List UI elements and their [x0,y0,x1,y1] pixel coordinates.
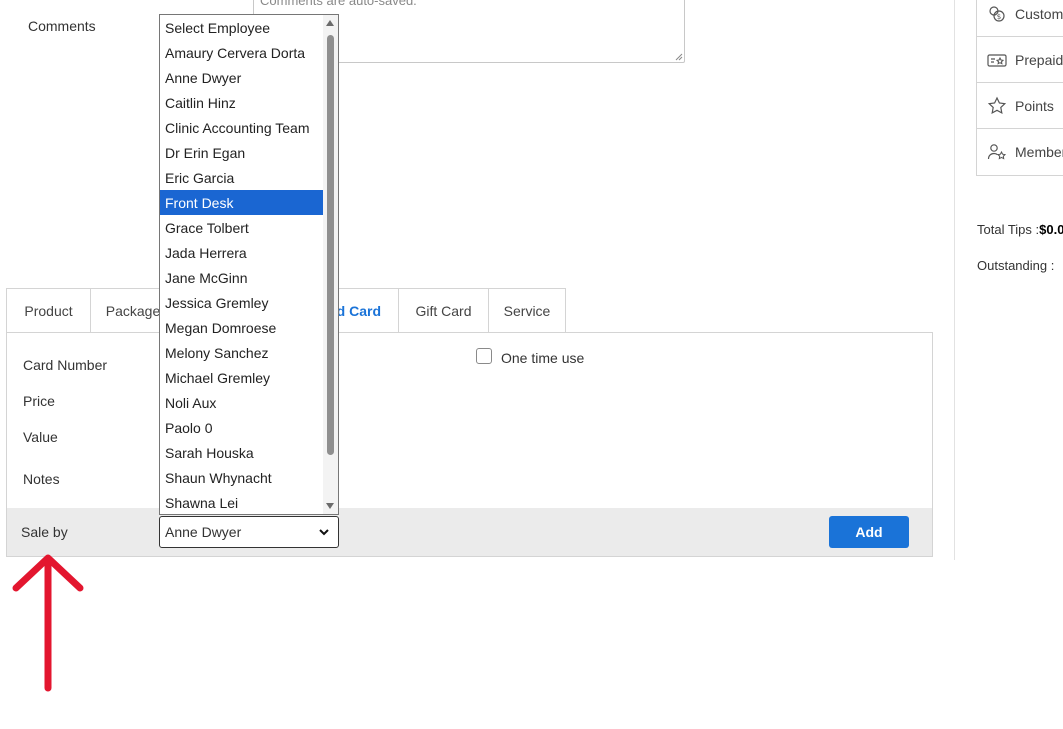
tab-gift-card[interactable]: Gift Card [398,288,488,332]
tab-product[interactable]: Product [6,288,90,332]
comments-placeholder: Comments are auto-saved. [260,0,417,8]
dropdown-option[interactable]: Sarah Houska [160,440,323,465]
scrollbar-thumb[interactable] [327,35,334,455]
total-tips: Total Tips :$0.0 [977,222,1063,237]
annotation-arrow-icon [12,554,84,692]
dropdown-option[interactable]: Paolo 0 [160,415,323,440]
sidebar-menu: $ Custom Prepaid Points Member [976,0,1063,176]
sale-by-value: Anne Dwyer [165,524,242,540]
price-label: Price [23,393,55,409]
svg-text:$: $ [997,13,1001,21]
dropdown-option[interactable]: Amaury Cervera Dorta [160,40,323,65]
chevron-down-icon [319,529,329,536]
sidebar-item-member[interactable]: Member [977,129,1063,175]
total-tips-label: Total Tips : [977,222,1040,237]
sidebar-item-label: Member [1015,144,1063,160]
dropdown-option[interactable]: Grace Tolbert [160,215,323,240]
sidebar-item-prepaid[interactable]: Prepaid [977,37,1063,83]
comments-label: Comments [28,18,96,34]
sidebar-item-label: Prepaid [1015,51,1063,68]
sidebar-item-label: Points [1015,97,1054,114]
employee-dropdown-list[interactable]: Select Employee Amaury Cervera Dorta Ann… [159,14,339,515]
star-icon [987,96,1007,114]
dropdown-option[interactable]: Melony Sanchez [160,340,323,365]
tab-service[interactable]: Service [488,288,566,332]
one-time-use-checkbox[interactable] [476,348,492,364]
dropdown-option[interactable]: Noli Aux [160,390,323,415]
sidebar-divider [954,0,955,560]
add-button[interactable]: Add [829,516,909,548]
member-icon [987,144,1007,160]
dropdown-option[interactable]: Shaun Whynacht [160,465,323,490]
dropdown-option[interactable]: Jessica Gremley [160,290,323,315]
dropdown-option[interactable]: Anne Dwyer [160,65,323,90]
dropdown-scrollbar[interactable] [323,15,338,514]
dropdown-option[interactable]: Caitlin Hinz [160,90,323,115]
scroll-up-arrow-icon[interactable] [326,20,334,26]
card-number-label: Card Number [23,357,108,373]
dropdown-option[interactable]: Michael Gremley [160,365,323,390]
dropdown-option[interactable]: Jada Herrera [160,240,323,265]
sidebar-item-customer-credit[interactable]: $ Custom [977,0,1063,37]
resize-handle-icon[interactable] [675,53,683,61]
outstanding-label: Outstanding : [977,258,1055,273]
customer-credit-icon: $ [989,5,1005,22]
prepaid-card-icon [987,53,1007,67]
dropdown-option[interactable]: Eric Garcia [160,165,323,190]
total-tips-value: $0.0 [1039,222,1063,237]
dropdown-option[interactable]: Megan Domroese [160,315,323,340]
dropdown-option-highlighted[interactable]: Front Desk [160,190,323,215]
dropdown-option[interactable]: Shawna Lei [160,490,323,515]
dropdown-option[interactable]: Jane McGinn [160,265,323,290]
sidebar-item-label: Custom [1015,5,1063,22]
value-label: Value [23,429,58,445]
one-time-use-label: One time use [501,350,585,366]
sale-by-label: Sale by [21,524,68,540]
scroll-down-arrow-icon[interactable] [326,503,334,509]
form-footer [7,508,932,556]
sidebar-item-points[interactable]: Points [977,83,1063,129]
dropdown-option[interactable]: Select Employee [160,15,323,40]
sale-by-select[interactable]: Anne Dwyer [159,516,339,548]
notes-label: Notes [23,471,60,487]
dropdown-option[interactable]: Clinic Accounting Team [160,115,323,140]
dropdown-option[interactable]: Dr Erin Egan [160,140,323,165]
